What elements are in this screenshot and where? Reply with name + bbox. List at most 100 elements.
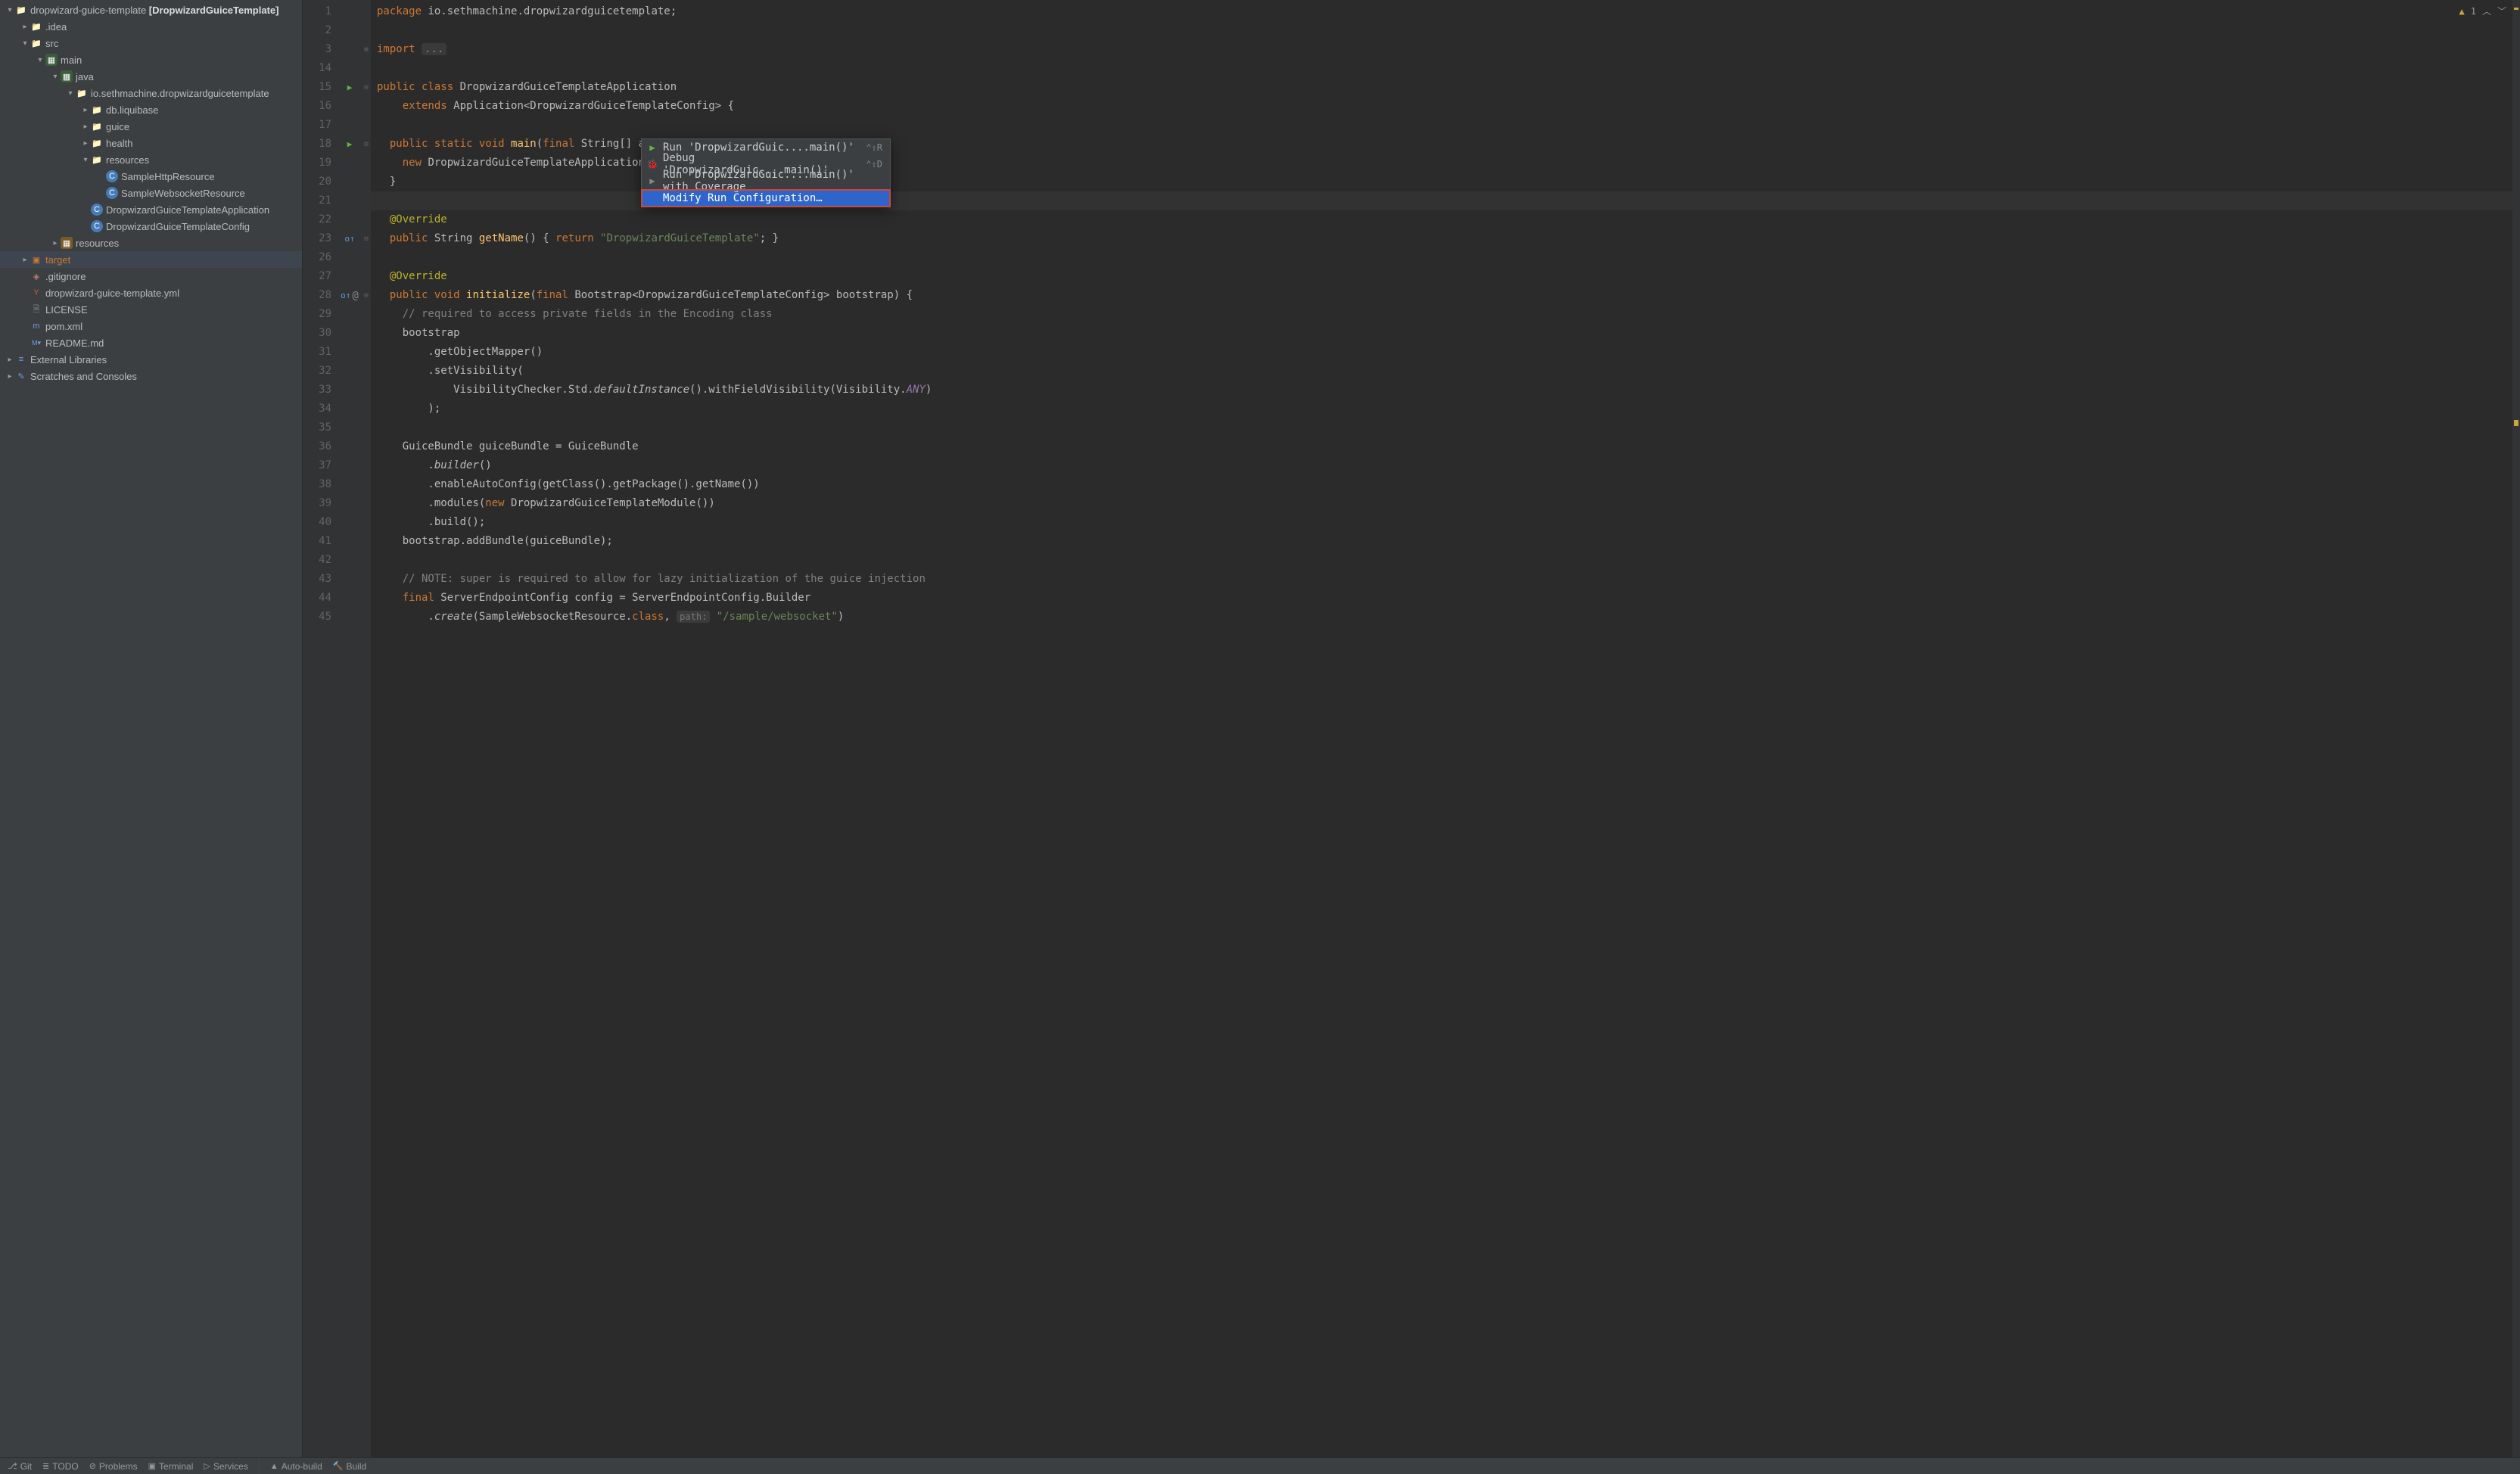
tree-twisty[interactable]: ▸ — [50, 239, 61, 247]
code-line-17[interactable] — [371, 116, 2520, 135]
code-line-31[interactable]: .getObjectMapper() — [371, 343, 2520, 362]
code-editor[interactable]: 1231415161718192021222326272829303132333… — [303, 0, 2520, 1457]
code-line-15[interactable]: public class DropwizardGuiceTemplateAppl… — [371, 78, 2520, 97]
tree-label: resources — [76, 238, 119, 249]
code-line-26[interactable] — [371, 248, 2520, 267]
tree-twisty[interactable]: ▸ — [80, 106, 91, 114]
warning-icon: ▲ — [2459, 6, 2465, 17]
tree-node-target[interactable]: ▸target — [0, 251, 302, 268]
tree-node-license[interactable]: LICENSE — [0, 301, 302, 318]
menu-item-run-dropwizardguic-main-with-coverage[interactable]: ▶Run 'DropwizardGuic....main()' with Cov… — [642, 173, 890, 189]
build-icon: 🔨 — [333, 1461, 344, 1471]
code-line-39[interactable]: .modules(new DropwizardGuiceTemplateModu… — [371, 494, 2520, 513]
tree-twisty[interactable]: ▾ — [50, 73, 61, 81]
code-line-2[interactable] — [371, 21, 2520, 40]
tree-label: SampleWebsocketResource — [121, 188, 245, 199]
tree-twisty[interactable]: ▾ — [5, 6, 15, 14]
code-line-22[interactable]: @Override — [371, 210, 2520, 229]
code-line-40[interactable]: .build(); — [371, 513, 2520, 532]
services-tool-window-button[interactable]: ▷Services — [204, 1461, 247, 1472]
tree-node-dropwizard-guice-template-yml[interactable]: dropwizard-guice-template.yml — [0, 285, 302, 301]
code-line-30[interactable]: bootstrap — [371, 324, 2520, 343]
tree-twisty[interactable]: ▸ — [20, 256, 30, 264]
terminal-tool-window-button[interactable]: ▣Terminal — [148, 1461, 194, 1472]
tree-node-pom-xml[interactable]: pom.xml — [0, 318, 302, 334]
tree-twisty[interactable]: ▸ — [5, 356, 15, 364]
lib-icon — [15, 353, 27, 365]
tree-node--idea[interactable]: ▸.idea — [0, 18, 302, 35]
menu-item-icon: 🐞 — [646, 159, 658, 169]
code-line-43[interactable]: // NOTE: super is required to allow for … — [371, 570, 2520, 589]
tree-label: java — [76, 71, 94, 82]
tree-node-resources[interactable]: ▸ resources — [0, 235, 302, 251]
problems-tool-window-button[interactable]: ⊘Problems — [89, 1461, 138, 1472]
tree-node-src[interactable]: ▾src — [0, 35, 302, 51]
inspections-widget[interactable]: ▲ 1 ︿ ﹀ — [2459, 5, 2507, 17]
folder-icon — [30, 20, 42, 33]
run-gutter-icon[interactable]: ▶ — [347, 82, 353, 92]
code-line-44[interactable]: final ServerEndpointConfig config = Serv… — [371, 589, 2520, 608]
code-line-23[interactable]: public String getName() { return "Dropwi… — [371, 229, 2520, 248]
code-line-3[interactable]: import ... — [371, 40, 2520, 59]
override-gutter-icon[interactable]: o↑ — [344, 234, 354, 244]
code-line-14[interactable] — [371, 59, 2520, 78]
next-highlight-icon[interactable]: ﹀ — [2497, 5, 2506, 17]
code-line-27[interactable]: @Override — [371, 267, 2520, 286]
tree-twisty[interactable]: ▸ — [80, 139, 91, 148]
code-line-34[interactable]: ); — [371, 400, 2520, 418]
tree-node-samplehttpresource[interactable]: SampleHttpResource — [0, 168, 302, 185]
tree-node-readme-md[interactable]: README.md — [0, 334, 302, 351]
code-line-38[interactable]: .enableAutoConfig(getClass().getPackage(… — [371, 475, 2520, 494]
tree-twisty[interactable]: ▸ — [80, 123, 91, 131]
tree-label: DropwizardGuiceTemplateConfig — [106, 221, 250, 232]
tree-node-guice[interactable]: ▸guice — [0, 118, 302, 135]
tree-twisty[interactable]: ▸ — [5, 372, 15, 381]
code-line-28[interactable]: public void initialize(final Bootstrap<D… — [371, 286, 2520, 305]
gutter-icons[interactable]: ▶▶o↑o↑@ — [338, 0, 362, 1457]
prev-highlight-icon[interactable]: ︿ — [2482, 5, 2491, 17]
error-stripe[interactable] — [2512, 0, 2520, 1457]
code-line-33[interactable]: VisibilityChecker.Std.defaultInstance().… — [371, 381, 2520, 400]
tree-node-dropwizardguicetemplateapplication[interactable]: DropwizardGuiceTemplateApplication — [0, 201, 302, 218]
tree-label: db.liquibase — [106, 104, 158, 116]
tree-node--gitignore[interactable]: .gitignore — [0, 268, 302, 285]
menu-item-modify-run-configuration-[interactable]: Modify Run Configuration… — [642, 190, 890, 207]
override-gutter-icon[interactable]: o↑ — [341, 291, 350, 300]
build-tool-window-button[interactable]: 🔨Build — [333, 1461, 366, 1472]
tree-node-dropwizardguicetemplateconfig[interactable]: DropwizardGuiceTemplateConfig — [0, 218, 302, 235]
tree-node-resources[interactable]: ▾resources — [0, 151, 302, 168]
git-tool-window-button[interactable]: ⎇Git — [8, 1461, 32, 1472]
run-gutter-icon[interactable]: ▶ — [347, 139, 353, 149]
code-line-29[interactable]: // required to access private fields in … — [371, 305, 2520, 324]
tree-label: main — [61, 54, 82, 66]
fold-column[interactable]: ⊞⊟⊟⊟⊟ — [362, 0, 371, 1457]
tree-node-dropwizard-guice-template[interactable]: ▾dropwizard-guice-template [DropwizardGu… — [0, 2, 302, 18]
tree-node-external-libraries[interactable]: ▸External Libraries — [0, 351, 302, 368]
code-line-16[interactable]: extends Application<DropwizardGuiceTempl… — [371, 97, 2520, 116]
run-context-menu[interactable]: ▶Run 'DropwizardGuic....main()'⌃⇧R🐞Debug… — [641, 138, 891, 207]
tree-twisty[interactable]: ▾ — [65, 89, 76, 98]
project-tree[interactable]: ▾dropwizard-guice-template [DropwizardGu… — [0, 0, 303, 1457]
code-line-41[interactable]: bootstrap.addBundle(guiceBundle); — [371, 532, 2520, 551]
tree-twisty[interactable]: ▾ — [80, 156, 91, 164]
code-line-36[interactable]: GuiceBundle guiceBundle = GuiceBundle — [371, 437, 2520, 456]
code-line-42[interactable] — [371, 551, 2520, 570]
tree-node-java[interactable]: ▾ java — [0, 68, 302, 85]
code-area[interactable]: package io.sethmachine.dropwizardguicete… — [371, 0, 2520, 1457]
code-line-1[interactable]: package io.sethmachine.dropwizardguicete… — [371, 2, 2520, 21]
tree-node-db-liquibase[interactable]: ▸ db.liquibase — [0, 101, 302, 118]
tree-node-main[interactable]: ▾ main — [0, 51, 302, 68]
code-line-37[interactable]: .builder() — [371, 456, 2520, 475]
autobuild-tool-window-button[interactable]: ▲Auto-build — [270, 1461, 322, 1472]
tree-node-scratches-and-consoles[interactable]: ▸Scratches and Consoles — [0, 368, 302, 384]
tree-twisty[interactable]: ▾ — [35, 56, 45, 64]
tree-node-samplewebsocketresource[interactable]: SampleWebsocketResource — [0, 185, 302, 201]
code-line-32[interactable]: .setVisibility( — [371, 362, 2520, 381]
code-line-45[interactable]: .create(SampleWebsocketResource.class, p… — [371, 608, 2520, 627]
todo-tool-window-button[interactable]: ≣TODO — [42, 1461, 79, 1472]
tree-node-health[interactable]: ▸health — [0, 135, 302, 151]
tree-node-io-sethmachine-dropwizardguicetemplate[interactable]: ▾io.sethmachine.dropwizardguicetemplate — [0, 85, 302, 101]
code-line-35[interactable] — [371, 418, 2520, 437]
tree-twisty[interactable]: ▾ — [20, 39, 30, 48]
tree-twisty[interactable]: ▸ — [20, 23, 30, 31]
